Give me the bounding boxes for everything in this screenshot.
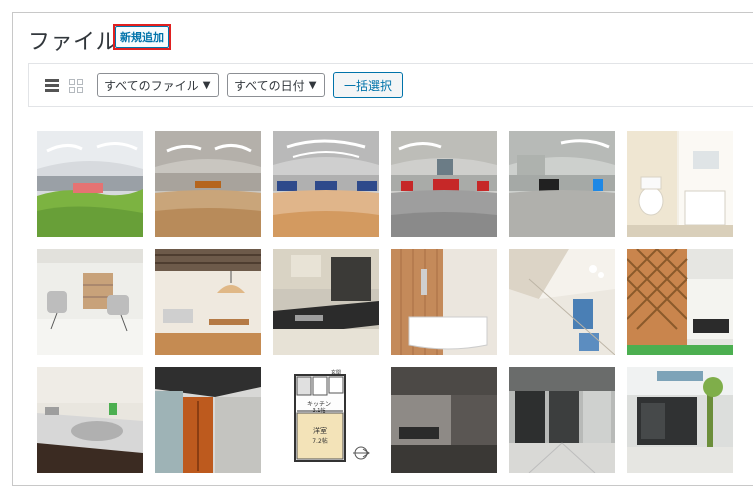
media-item-bathroom-tub[interactable] (391, 249, 497, 355)
media-item-dining-room-pendant-lamp[interactable] (155, 249, 261, 355)
media-item-floor-plan[interactable]: キッチン 3.1帖 洋室 7.2帖 玄関 (273, 367, 379, 473)
file-type-filter-value: すべてのファイル (104, 78, 199, 93)
floor-plan-room1-size: 3.1帖 (313, 407, 326, 414)
add-new-button[interactable]: 新規追加 (113, 24, 171, 50)
add-new-label: 新規追加 (115, 26, 169, 48)
floor-plan-room2-size: 7.2帖 (312, 437, 328, 445)
date-filter[interactable]: すべての日付 ▼ (227, 73, 325, 97)
media-item-toilet-room[interactable] (627, 131, 733, 237)
grid-view-icon[interactable] (69, 79, 83, 93)
chevron-down-icon: ▼ (308, 79, 317, 91)
media-item-kitchen-counter[interactable] (273, 249, 379, 355)
media-grid: キッチン 3.1帖 洋室 7.2帖 玄関 (37, 131, 733, 473)
floor-plan-room1-label: キッチン (307, 401, 331, 408)
media-item-kitchen-sink[interactable] (37, 367, 143, 473)
page-title: ファイル (28, 30, 119, 55)
media-toolbar: すべてのファイル ▼ すべての日付 ▼ 一括選択 (28, 63, 753, 107)
media-item-atrium-ceiling[interactable] (509, 249, 615, 355)
media-item-panorama-lounge-red-chairs[interactable] (391, 131, 497, 237)
media-item-panorama-hall-wood-floor[interactable] (155, 131, 261, 237)
media-item-panorama-lobby-green-carpet[interactable] (37, 131, 143, 237)
media-item-living-room-chairs[interactable] (37, 249, 143, 355)
media-item-entrance-wood-door[interactable] (155, 367, 261, 473)
media-item-wooden-lattice-fence[interactable] (627, 249, 733, 355)
floor-plan-entrance-label: 玄関 (331, 369, 341, 376)
bulk-select-button[interactable]: 一括選択 (333, 72, 404, 98)
date-filter-value: すべての日付 (234, 78, 305, 93)
media-item-office-meeting-room[interactable] (391, 367, 497, 473)
chevron-down-icon: ▼ (202, 79, 211, 91)
media-item-building-entrance-hall[interactable] (509, 367, 615, 473)
media-item-panorama-hall-blue-sofas[interactable] (273, 131, 379, 237)
floor-plan-room2-label: 洋室 (313, 426, 327, 435)
file-type-filter[interactable]: すべてのファイル ▼ (97, 73, 219, 97)
media-item-building-exterior[interactable] (627, 367, 733, 473)
media-item-panorama-room-black-chair[interactable] (509, 131, 615, 237)
list-view-icon[interactable] (45, 79, 59, 93)
